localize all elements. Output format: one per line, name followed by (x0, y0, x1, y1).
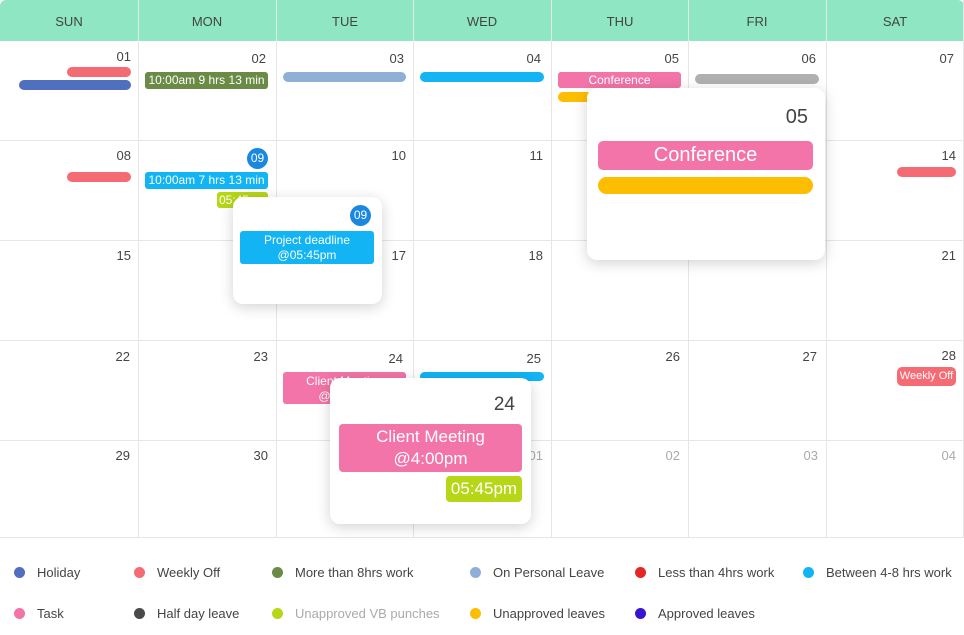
legend-item: Weekly Off (134, 565, 220, 580)
date-cell[interactable]: 30 (228, 448, 268, 463)
legend-label: Less than 4hrs work (658, 565, 775, 580)
grid-line (138, 0, 139, 537)
date-cell[interactable]: 03 (778, 448, 818, 463)
holiday-bar[interactable] (19, 80, 131, 90)
weekday-fri: FRI (746, 14, 768, 29)
weekday-header: SUN MON TUE WED THU FRI SAT (0, 0, 964, 41)
popup-event[interactable]: Client Meeting @4:00pm (339, 424, 522, 472)
grid-line (826, 0, 827, 537)
popup-date: 24 (493, 394, 515, 415)
date-cell[interactable]: 25 (501, 351, 541, 366)
work-bar[interactable] (420, 72, 544, 82)
legend-item: Less than 4hrs work (635, 565, 774, 580)
weekday-sat: SAT (882, 14, 908, 29)
weekday-tue: TUE (332, 14, 358, 29)
date-cell[interactable]: 08 (91, 148, 131, 163)
legend-label: Half day leave (157, 606, 240, 621)
legend-label: Weekly Off (157, 565, 221, 580)
personal-leave-bar[interactable] (283, 72, 406, 82)
day-popup-24: 24 Client Meeting @4:00pm 05:45pm (330, 378, 531, 524)
date-cell[interactable]: 21 (916, 248, 956, 263)
weekday-mon: MON (191, 14, 223, 29)
grid-line (0, 537, 964, 538)
legend-label: Between 4-8 hrs work (826, 565, 952, 580)
date-cell[interactable]: 03 (364, 51, 404, 66)
legend-dot-icon (635, 567, 646, 578)
day-popup-05: 05 Conference (587, 88, 825, 260)
date-cell[interactable]: 18 (503, 248, 543, 263)
weekly-off-event[interactable]: Weekly Off (897, 367, 956, 386)
today-date[interactable]: 09 (247, 148, 268, 169)
popup-vb-punch[interactable]: 05:45pm (446, 476, 522, 502)
date-cell[interactable]: 22 (90, 349, 130, 364)
legend-dot-icon (134, 567, 145, 578)
date-cell[interactable]: 01 (91, 49, 131, 64)
date-cell[interactable]: 26 (640, 349, 680, 364)
legend-dot-icon (470, 567, 481, 578)
legend-item: Approved leaves (635, 606, 755, 621)
weekday-wed: WED (466, 14, 498, 29)
grid-line (688, 0, 689, 537)
leave-bar[interactable] (695, 74, 819, 84)
legend-label: Unapproved VB punches (295, 606, 440, 621)
legend-item: Between 4-8 hrs work (803, 565, 952, 580)
date-cell[interactable]: 04 (501, 51, 541, 66)
date-cell[interactable]: 05 (639, 51, 679, 66)
task-event[interactable]: Conference (558, 72, 681, 88)
legend-item: More than 8hrs work (272, 565, 414, 580)
date-cell[interactable]: 02 (226, 51, 266, 66)
legend-label: Holiday (37, 565, 81, 580)
legend-item: Unapproved leaves (470, 606, 605, 621)
date-cell[interactable]: 11 (503, 148, 544, 163)
legend-dot-icon (803, 567, 814, 578)
weekly-off-bar[interactable] (897, 167, 956, 177)
weekly-off-bar[interactable] (67, 67, 131, 77)
weekday-sun: SUN (55, 14, 83, 29)
date-cell[interactable]: 15 (91, 248, 131, 263)
legend-dot-icon (470, 608, 481, 619)
legend-label: Unapproved leaves (493, 606, 606, 621)
date-cell[interactable]: 24 (363, 351, 403, 366)
date-cell[interactable]: 28 (916, 348, 956, 363)
legend-dot-icon (14, 567, 25, 578)
popup-event[interactable]: Conference (598, 141, 813, 170)
legend-dot-icon (272, 567, 283, 578)
date-cell[interactable]: 29 (90, 448, 130, 463)
weekday-thu: THU (606, 14, 634, 29)
legend-label: Task (37, 606, 64, 621)
legend-item: Task (14, 606, 64, 621)
grid-line (0, 340, 964, 341)
legend-dot-icon (272, 608, 283, 619)
work-event[interactable]: 10:00am 7 hrs 13 min (145, 172, 268, 189)
weekly-off-bar[interactable] (67, 172, 131, 182)
grid-line (551, 0, 552, 537)
legend-dot-icon (14, 608, 25, 619)
date-cell[interactable]: 10 (366, 148, 406, 163)
legend-item: Unapproved VB punches (272, 606, 440, 621)
popup-date: 09 (350, 205, 371, 226)
date-cell[interactable]: 27 (777, 349, 817, 364)
legend-label: More than 8hrs work (295, 565, 414, 580)
date-cell[interactable]: 07 (914, 51, 954, 66)
legend-item: Holiday (14, 565, 80, 580)
unapproved-leave-bar[interactable] (598, 177, 813, 194)
date-cell[interactable]: 23 (228, 349, 268, 364)
legend-label: Approved leaves (658, 606, 755, 621)
date-cell[interactable]: 04 (916, 448, 956, 463)
popup-date: 05 (785, 106, 808, 128)
date-cell[interactable]: 06 (776, 51, 816, 66)
date-cell[interactable]: 02 (640, 448, 680, 463)
legend-item: On Personal Leave (470, 565, 604, 580)
popup-event[interactable]: Project deadline @05:45pm (240, 231, 374, 264)
legend-dot-icon (134, 608, 145, 619)
legend-dot-icon (635, 608, 646, 619)
day-popup-09: 09 Project deadline @05:45pm (233, 197, 382, 304)
legend-label: On Personal Leave (493, 565, 605, 580)
work-event[interactable]: 10:00am 9 hrs 13 min (145, 72, 268, 89)
date-cell[interactable]: 14 (916, 148, 956, 163)
legend-item: Half day leave (134, 606, 239, 621)
